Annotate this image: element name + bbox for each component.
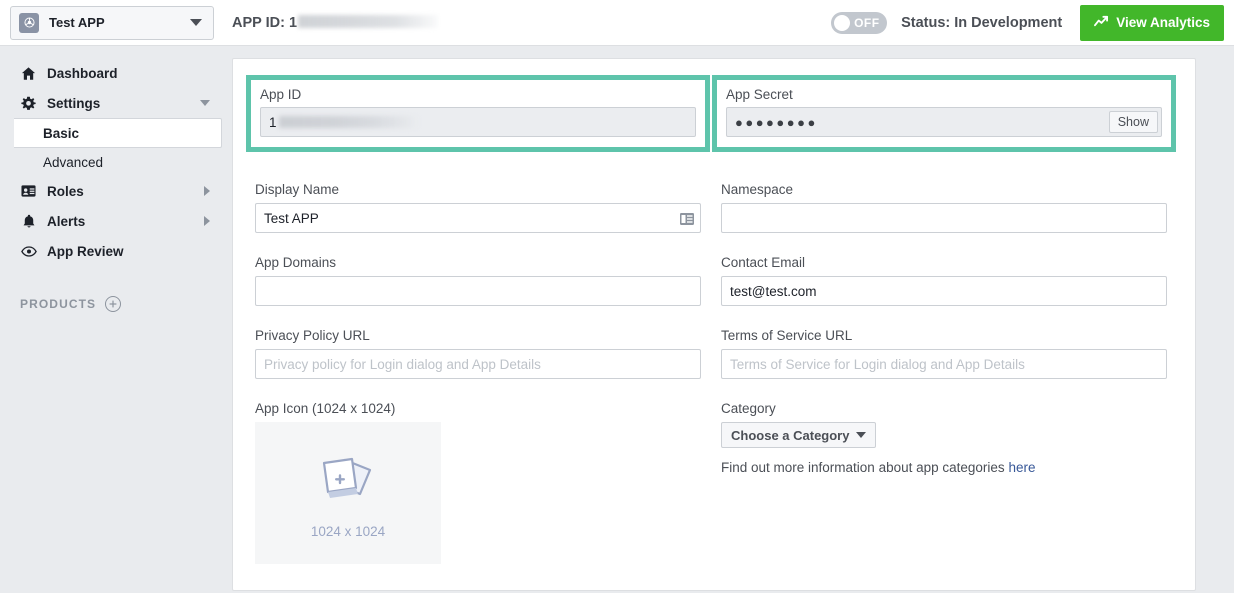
display-name-label: Display Name bbox=[255, 182, 340, 197]
sidebar-item-settings[interactable]: Settings bbox=[0, 88, 222, 118]
view-analytics-label: View Analytics bbox=[1116, 15, 1210, 30]
app-selector-dropdown[interactable]: Test APP bbox=[10, 5, 214, 40]
sidebar-subitem-advanced[interactable]: Advanced bbox=[0, 148, 222, 176]
app-id-value-redacted bbox=[278, 116, 419, 128]
form-row-credentials: App ID 1 App Secret ●●●●●●●● Show bbox=[246, 75, 1176, 152]
privacy-policy-field-group: Privacy Policy URL bbox=[255, 328, 701, 379]
app-secret-input[interactable]: ●●●●●●●● Show bbox=[726, 107, 1162, 137]
display-name-input[interactable] bbox=[255, 203, 701, 233]
privacy-policy-label: Privacy Policy URL bbox=[255, 328, 370, 343]
app-id-field-group: App ID 1 bbox=[246, 75, 710, 152]
category-selected-value: Choose a Category bbox=[731, 427, 850, 443]
app-selector-label: Test APP bbox=[49, 15, 105, 30]
top-bar: Test APP APP ID: 1 OFF Status: In Develo… bbox=[0, 0, 1234, 46]
eye-icon bbox=[20, 243, 37, 260]
atom-icon bbox=[19, 12, 39, 33]
bell-icon bbox=[20, 213, 37, 230]
display-name-field-group: Display Name bbox=[255, 182, 701, 233]
sidebar-subitem-label: Basic bbox=[43, 125, 80, 141]
sidebar-item-label: Alerts bbox=[47, 213, 86, 229]
category-help-text: Find out more information about app cate… bbox=[721, 460, 1167, 475]
basic-settings-card: App ID 1 App Secret ●●●●●●●● Show Displa… bbox=[232, 58, 1196, 591]
sidebar-subitem-label: Advanced bbox=[43, 154, 104, 170]
app-secret-highlight: App Secret ●●●●●●●● Show bbox=[712, 75, 1176, 152]
app-domains-input[interactable] bbox=[255, 276, 701, 306]
sidebar-subitem-basic[interactable]: Basic bbox=[14, 118, 222, 148]
app-id-input[interactable]: 1 bbox=[260, 107, 696, 137]
live-mode-toggle[interactable]: OFF bbox=[831, 11, 888, 34]
card-list-icon[interactable] bbox=[680, 212, 694, 225]
chevron-right-icon bbox=[204, 216, 210, 226]
sidebar-item-label: Roles bbox=[47, 183, 84, 199]
app-secret-field-group: App Secret ●●●●●●●● Show bbox=[712, 75, 1176, 152]
main-content: App ID 1 App Secret ●●●●●●●● Show Displa… bbox=[222, 46, 1234, 593]
products-title: PRODUCTS bbox=[20, 297, 97, 311]
contact-email-field-group: Contact Email bbox=[721, 255, 1167, 306]
id-card-icon bbox=[20, 183, 37, 200]
contact-email-input[interactable] bbox=[721, 276, 1167, 306]
sidebar-item-label: Settings bbox=[47, 95, 101, 111]
top-bar-right-group: OFF Status: In Development View Analytic… bbox=[831, 0, 1234, 45]
app-icon-field-group: App Icon (1024 x 1024) 1024 x 1024 bbox=[255, 401, 701, 564]
form-row-urls: Privacy Policy URL Terms of Service URL bbox=[255, 328, 1173, 379]
app-id-header-label: APP ID: bbox=[232, 14, 285, 31]
status-badge: Status: In Development bbox=[901, 14, 1063, 31]
trending-up-icon bbox=[1094, 15, 1109, 31]
app-secret-masked-value: ●●●●●●●● bbox=[735, 114, 818, 130]
category-select[interactable]: Choose a Category bbox=[721, 422, 877, 448]
gear-icon bbox=[20, 95, 37, 112]
add-photo-icon bbox=[315, 447, 381, 512]
namespace-input[interactable] bbox=[721, 203, 1167, 233]
view-analytics-button[interactable]: View Analytics bbox=[1080, 4, 1224, 41]
sidebar-item-label: App Review bbox=[47, 243, 124, 259]
app-domains-label: App Domains bbox=[255, 255, 337, 270]
sidebar-item-app-review[interactable]: App Review bbox=[0, 236, 222, 266]
category-label: Category bbox=[721, 401, 776, 416]
namespace-field-group: Namespace bbox=[721, 182, 1167, 233]
app-id-label: App ID bbox=[260, 87, 302, 102]
sidebar-item-dashboard[interactable]: Dashboard bbox=[0, 58, 222, 88]
toggle-knob bbox=[834, 14, 851, 31]
app-id-header: APP ID: 1 bbox=[232, 14, 439, 31]
category-help-link[interactable]: here bbox=[1008, 460, 1035, 475]
app-icon-label: App Icon (1024 x 1024) bbox=[255, 401, 396, 416]
sidebar-item-alerts[interactable]: Alerts bbox=[0, 206, 222, 236]
show-secret-button[interactable]: Show bbox=[1108, 111, 1158, 133]
products-section-header: PRODUCTS bbox=[0, 296, 222, 312]
privacy-policy-input[interactable] bbox=[255, 349, 701, 379]
app-icon-size-caption: 1024 x 1024 bbox=[310, 524, 386, 539]
chevron-down-icon bbox=[200, 100, 210, 106]
sidebar: Dashboard Settings Basic Advanced Roles … bbox=[0, 46, 222, 593]
home-icon bbox=[20, 65, 37, 82]
terms-of-service-input[interactable] bbox=[721, 349, 1167, 379]
form-row-icon-category: App Icon (1024 x 1024) 1024 x 1024 Categ… bbox=[255, 401, 1173, 564]
sidebar-item-roles[interactable]: Roles bbox=[0, 176, 222, 206]
toggle-state-label: OFF bbox=[854, 15, 880, 30]
form-row-naming: Display Name Namespace bbox=[255, 182, 1173, 233]
contact-email-label: Contact Email bbox=[721, 255, 806, 270]
app-id-header-value: 1 bbox=[288, 14, 298, 31]
chevron-down-icon bbox=[190, 19, 202, 26]
category-field-group: Category Choose a Category Find out more… bbox=[721, 401, 1167, 564]
app-domains-field-group: App Domains bbox=[255, 255, 701, 306]
terms-of-service-label: Terms of Service URL bbox=[721, 328, 853, 343]
chevron-down-icon bbox=[856, 432, 867, 438]
app-secret-label: App Secret bbox=[726, 87, 793, 102]
namespace-label: Namespace bbox=[721, 182, 794, 197]
plus-circle-icon[interactable] bbox=[105, 296, 122, 312]
form-row-contact: App Domains Contact Email bbox=[255, 255, 1173, 306]
app-icon-upload-box[interactable]: 1024 x 1024 bbox=[255, 422, 441, 564]
app-id-redacted-blur bbox=[298, 14, 439, 28]
app-id-highlight: App ID 1 bbox=[246, 75, 710, 152]
category-help-label: Find out more information about app cate… bbox=[721, 460, 1005, 475]
sidebar-item-label: Dashboard bbox=[47, 65, 118, 81]
terms-of-service-field-group: Terms of Service URL bbox=[721, 328, 1167, 379]
chevron-right-icon bbox=[204, 186, 210, 196]
app-id-value: 1 bbox=[269, 114, 277, 130]
